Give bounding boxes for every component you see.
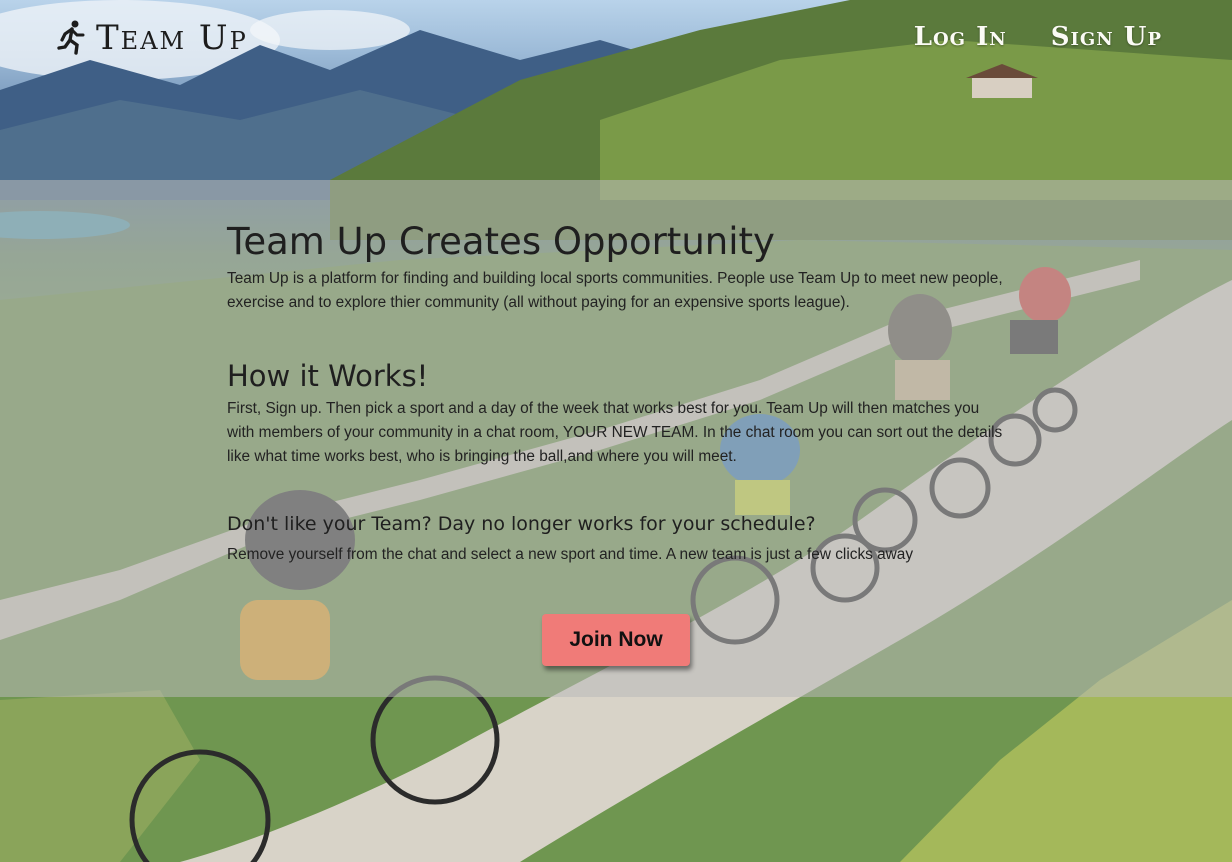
logo[interactable]: Team Up <box>56 18 248 58</box>
login-link[interactable]: Log In <box>914 22 1007 52</box>
intro-title: Team Up Creates Opportunity <box>227 220 775 263</box>
signup-link[interactable]: Sign Up <box>1051 22 1162 52</box>
running-person-icon <box>56 20 86 56</box>
how-text: First, Sign up. Then pick a sport and a … <box>227 400 1003 465</box>
join-now-button[interactable]: Join Now <box>542 614 690 666</box>
change-title: Don't like your Team? Day no longer work… <box>227 513 816 535</box>
how-title: How it Works! <box>227 359 429 393</box>
top-nav: Log In Sign Up <box>914 22 1162 52</box>
main-content: Team Up Creates Opportunity Team Up is a… <box>227 220 1007 567</box>
change-text: Remove yourself from the chat and select… <box>227 546 914 563</box>
site-header: Team Up Log In Sign Up <box>0 0 1232 80</box>
intro-text: Team Up is a platform for finding and bu… <box>227 270 1003 311</box>
brand-name: Team Up <box>96 18 248 58</box>
